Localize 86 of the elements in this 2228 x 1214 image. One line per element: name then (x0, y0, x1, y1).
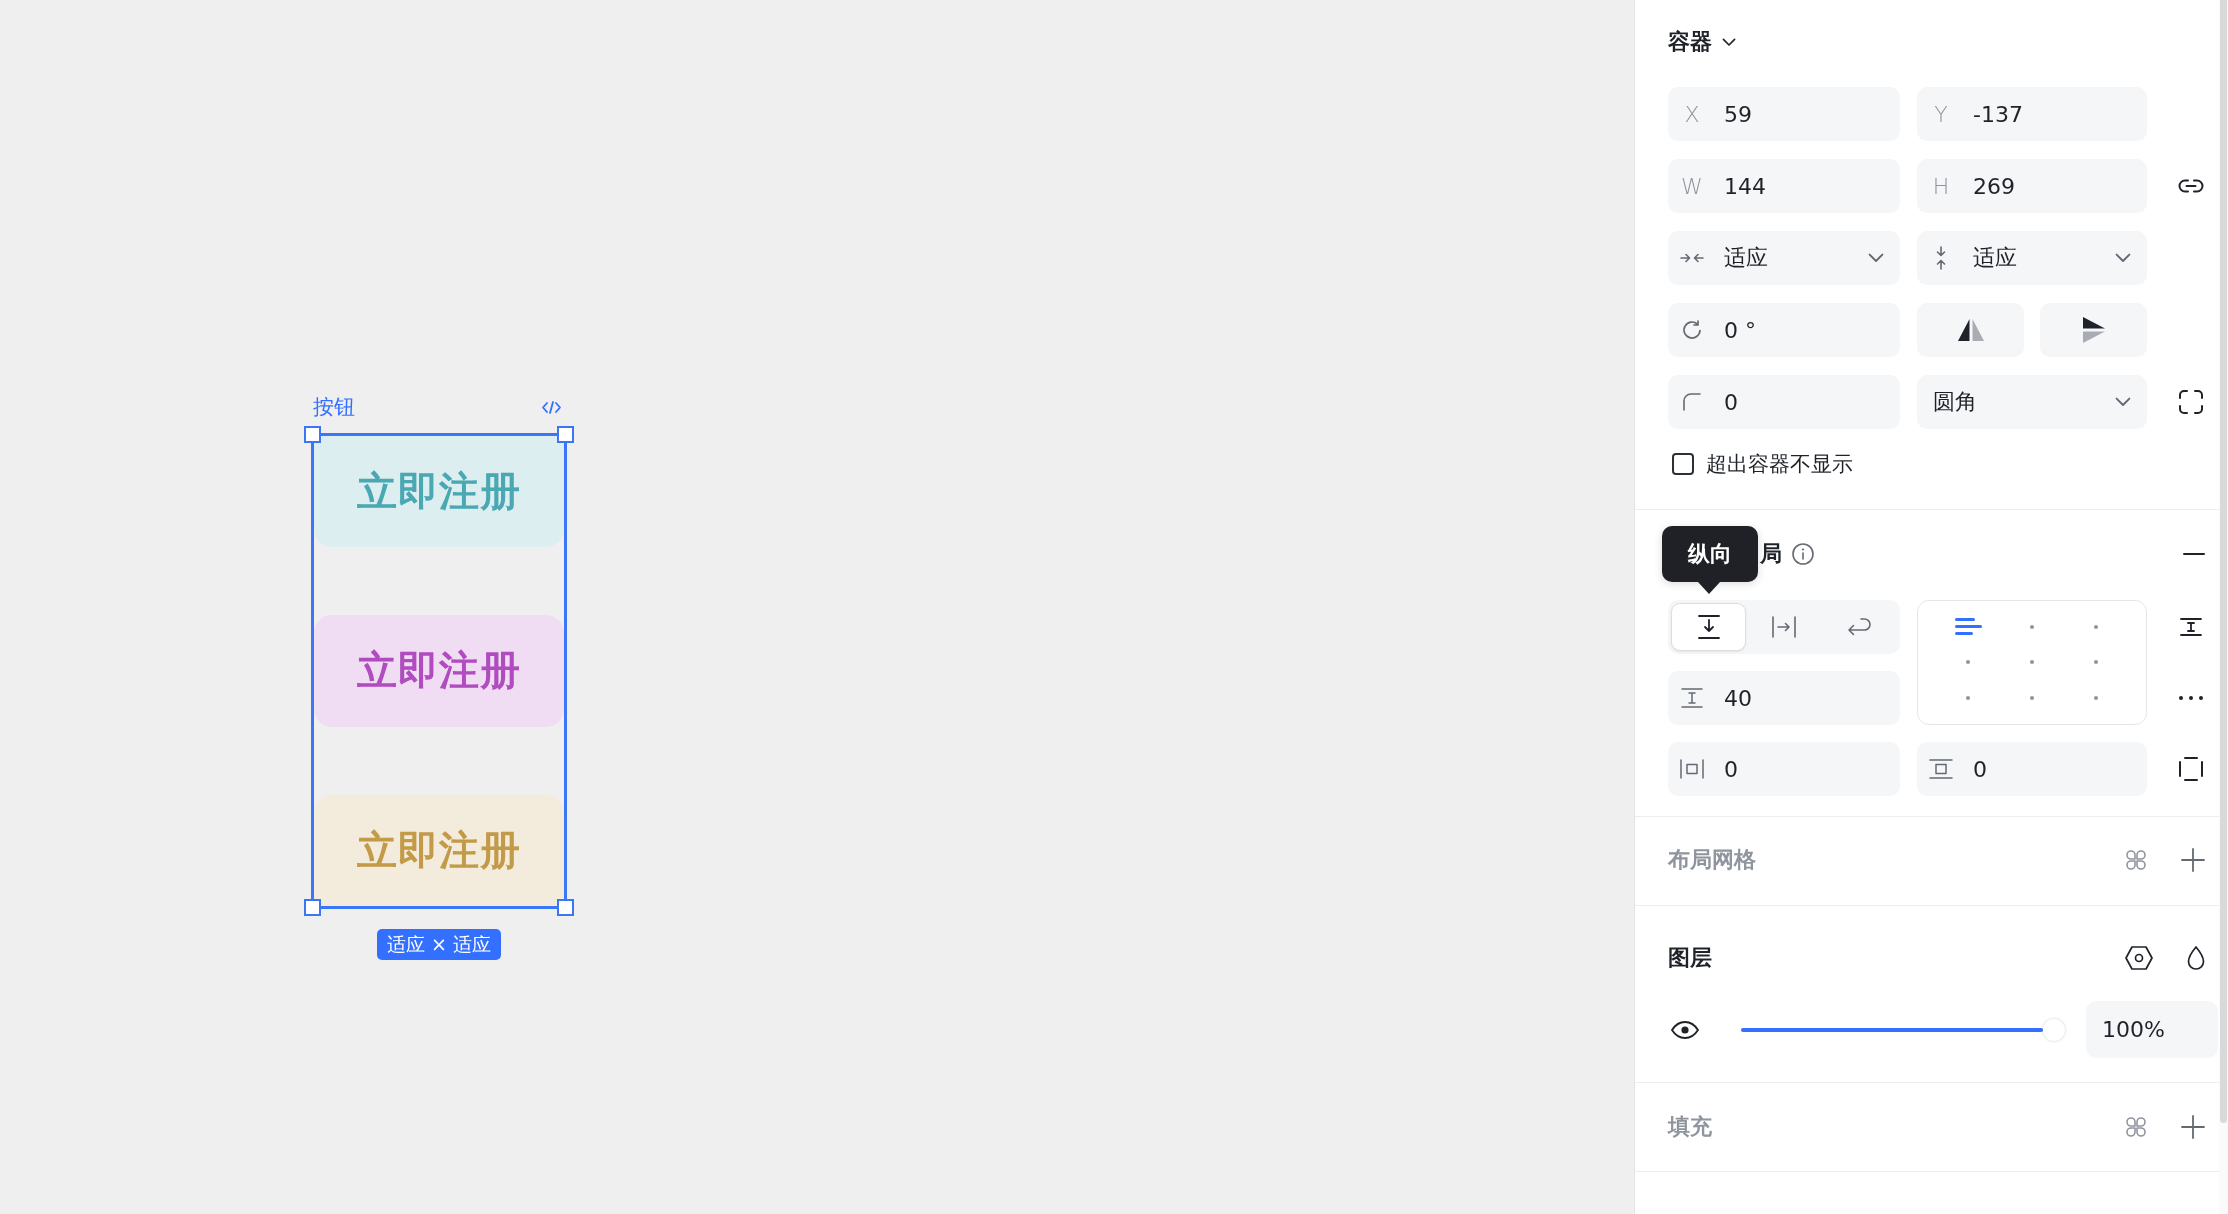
tooltip: 纵向 (1662, 526, 1758, 582)
field-value: -137 (1973, 101, 2024, 127)
arrows-inward-icon (1680, 252, 1704, 264)
width-input[interactable]: W 144 (1668, 159, 1900, 213)
resize-handle[interactable] (304, 426, 321, 443)
field-label: Y (1933, 101, 1949, 127)
size-badge: 适应 × 适应 (377, 929, 501, 960)
section-title: 填充 (1668, 1113, 1712, 1141)
scrollbar-thumb[interactable] (2220, 0, 2227, 1123)
more-icon[interactable] (2179, 696, 2203, 700)
code-icon[interactable] (542, 400, 561, 414)
resize-handle[interactable] (557, 426, 574, 443)
resize-handle[interactable] (557, 899, 574, 916)
field-value: 269 (1973, 173, 2016, 199)
field-label: H (1931, 173, 1951, 199)
signup-button[interactable]: 立即注册 (314, 615, 564, 727)
plus-icon[interactable] (2181, 1115, 2205, 1139)
right-arrow-between-bars-icon (1772, 616, 1796, 638)
align-dot-icon[interactable] (1966, 696, 1970, 701)
vertical-spacing-icon[interactable] (2180, 618, 2202, 636)
eye-icon[interactable] (1671, 1020, 1699, 1039)
frame-name: 按钮 (313, 394, 355, 421)
field-value: 适应 (1724, 244, 1769, 272)
arrows-inward-icon (1935, 246, 1947, 270)
return-arrow-icon (1847, 618, 1872, 636)
height-input[interactable]: H 269 (1917, 159, 2147, 213)
chevron-down-icon[interactable] (1722, 37, 1736, 47)
resize-handle[interactable] (304, 899, 321, 916)
rotate-icon (1682, 320, 1702, 340)
field-value: 59 (1724, 101, 1753, 127)
checkbox-label: 超出容器不显示 (1706, 451, 1853, 478)
rotation-input[interactable]: 0 ° (1668, 303, 1900, 357)
align-dot-icon[interactable] (1966, 660, 1970, 665)
corner-type-dropdown[interactable]: 圆角 (1917, 375, 2147, 429)
flip-vertical-icon[interactable] (2081, 316, 2106, 344)
hexagon-icon[interactable] (2125, 946, 2153, 970)
corners-icon[interactable] (2179, 390, 2203, 414)
align-lines-icon[interactable] (1954, 618, 1982, 636)
field-value: 40 (1724, 685, 1753, 711)
info-icon[interactable] (1792, 543, 1814, 565)
field-value: 144 (1724, 173, 1767, 199)
square-sides-icon[interactable] (2179, 757, 2203, 781)
y-input[interactable]: Y -137 (1917, 87, 2147, 141)
align-dot-icon[interactable] (2030, 696, 2034, 701)
field-value: 圆角 (1933, 388, 1978, 416)
padding-input[interactable]: 0 (1668, 742, 1900, 796)
field-label: X (1683, 101, 1701, 127)
field-value: 0 ° (1724, 317, 1757, 343)
four-loops-icon[interactable] (2125, 849, 2147, 871)
tooltip-arrow (1698, 582, 1720, 594)
align-dot-icon[interactable] (2030, 660, 2034, 665)
horizontal-padding-icon (1680, 759, 1704, 779)
direction-tab[interactable] (1671, 603, 1747, 651)
section-title: 局 (1760, 540, 1782, 568)
corner-radius-input[interactable]: 0 (1668, 375, 1900, 429)
field-value: 0 (1724, 756, 1739, 782)
field-value: 0 (1973, 756, 1988, 782)
opacity-input[interactable]: 100% (2086, 1001, 2218, 1058)
flip-horizontal-icon[interactable] (1956, 318, 1985, 342)
link-icon[interactable] (2178, 179, 2204, 193)
minus-icon[interactable] (2183, 553, 2205, 555)
align-dot-icon[interactable] (2094, 660, 2098, 665)
plus-icon[interactable] (2181, 848, 2205, 872)
corner-radius-icon (1683, 393, 1701, 411)
padding-input[interactable]: 0 (1917, 742, 2147, 796)
resize-dropdown[interactable]: 适应 (1668, 231, 1900, 285)
vertical-padding-icon (1929, 759, 1953, 779)
align-dot-icon[interactable] (2094, 696, 2098, 701)
field-value: 适应 (1973, 244, 2018, 272)
section-title: 容器 (1668, 28, 1712, 56)
four-loops-icon[interactable] (2125, 1116, 2147, 1138)
resize-dropdown[interactable]: 适应 (1917, 231, 2147, 285)
gap-input[interactable]: 40 (1668, 671, 1900, 725)
x-input[interactable]: X 59 (1668, 87, 1900, 141)
drop-icon[interactable] (2187, 946, 2205, 970)
slider-thumb[interactable] (2043, 1018, 2065, 1041)
section-title: 布局网格 (1668, 846, 1756, 874)
down-arrow-between-bars-icon (1697, 615, 1720, 639)
align-dot-icon[interactable] (2094, 624, 2098, 629)
scrollbar-track[interactable] (2219, 0, 2228, 1214)
field-label: W (1680, 173, 1704, 199)
checkbox[interactable] (1672, 453, 1694, 475)
section-title: 图层 (1668, 944, 1712, 972)
align-dot-icon[interactable] (2030, 624, 2034, 629)
vertical-spacing-icon (1681, 688, 1703, 708)
field-value: 0 (1724, 389, 1739, 415)
